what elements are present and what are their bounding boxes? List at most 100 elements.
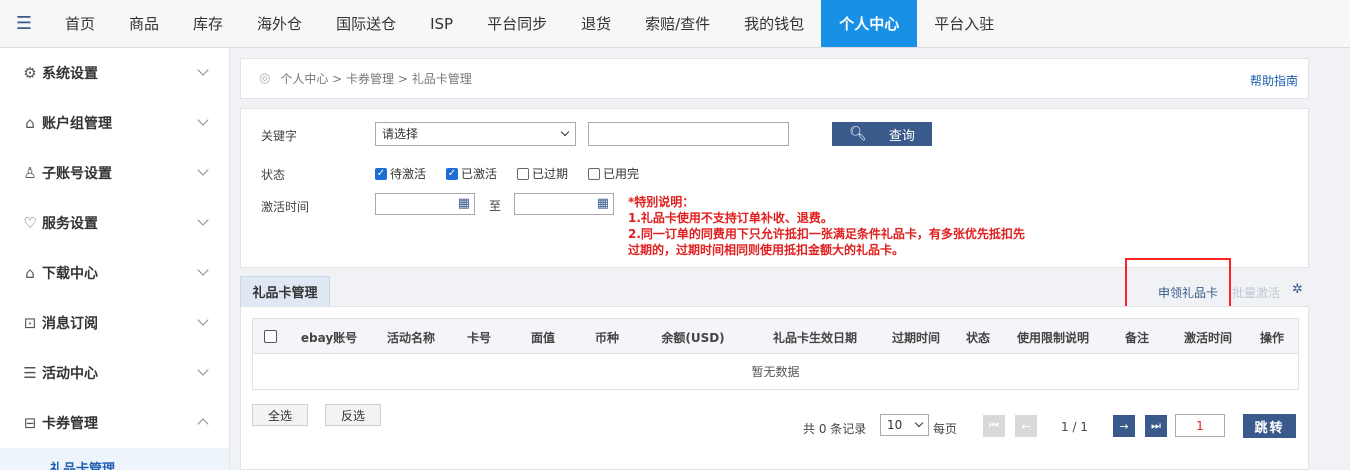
status-activated-checkbox[interactable]: ✓ 已激活	[446, 165, 497, 182]
sidebar-item-subaccounts[interactable]: ♙ 子账号设置	[0, 148, 229, 198]
keyword-input[interactable]	[588, 122, 789, 146]
column-status[interactable]: 状态	[966, 329, 990, 346]
sidebar-item-message-subscription[interactable]: ⊡ 消息订阅	[0, 298, 229, 348]
chevron-down-icon	[197, 114, 209, 126]
per-page-label: 每页	[933, 422, 958, 436]
chevron-down-icon	[197, 364, 209, 376]
heart-icon: ♡	[23, 214, 37, 232]
search-button[interactable]: 🔍︎ 查询	[832, 122, 932, 146]
keyword-type-select[interactable]: 请选择	[375, 122, 576, 146]
checkbox-checked-icon: ✓	[446, 167, 458, 180]
page-number-input[interactable]: 1	[1175, 414, 1225, 437]
sidebar-item-activity-center[interactable]: ☰ 活动中心	[0, 348, 229, 398]
sidebar-subitem-gift-card-management[interactable]: 礼品卡管理	[0, 448, 229, 470]
search-icon: 🔍︎	[849, 126, 867, 142]
gift-card-table: ebay账号 活动名称 卡号 面值 币种 余额(USD) 礼品卡生效日期 过期时…	[252, 318, 1299, 390]
bookmark-icon: ⊡	[23, 314, 37, 332]
gear-icon[interactable]: ✲	[1292, 282, 1303, 297]
status-pending-checkbox[interactable]: ✓ 待激活	[375, 165, 426, 182]
column-currency[interactable]: 币种	[595, 329, 619, 346]
notice-line: 1.礼品卡使用不支持订单补收、退费。	[628, 211, 833, 225]
column-effective-date[interactable]: 礼品卡生效日期	[773, 329, 857, 346]
nav-claims[interactable]: 索赔/查件	[628, 0, 727, 47]
invert-selection-button[interactable]: 反选	[325, 404, 381, 426]
page-indicator: 1 / 1	[1061, 420, 1088, 434]
gift-card-management-tab[interactable]: 礼品卡管理	[240, 276, 330, 306]
calendar-icon[interactable]: ▦	[458, 196, 470, 211]
breadcrumb: 个人中心 > 卡券管理 > 礼品卡管理	[280, 72, 472, 86]
column-activation-time[interactable]: 激活时间	[1184, 329, 1232, 346]
sidebar-item-label: 卡券管理	[42, 416, 98, 432]
list-icon: ☰	[23, 364, 37, 382]
sidebar-item-label: 下载中心	[42, 266, 98, 282]
column-face-value[interactable]: 面值	[531, 329, 555, 346]
activation-time-label: 激活时间	[261, 200, 310, 214]
nav-platform-sync[interactable]: 平台同步	[470, 0, 564, 47]
column-remarks[interactable]: 备注	[1125, 329, 1149, 346]
menu-toggle-icon[interactable]: ☰	[0, 0, 48, 47]
keyword-type-value: 请选择	[382, 127, 419, 141]
prev-page-button[interactable]: ←	[1015, 415, 1037, 437]
nav-platform-onboarding[interactable]: 平台入驻	[917, 0, 1011, 47]
chevron-down-icon	[197, 64, 209, 76]
nav-personal-center[interactable]: 个人中心	[821, 0, 918, 47]
status-label: 状态	[261, 168, 286, 182]
status-used-up-checkbox[interactable]: 已用完	[588, 165, 639, 182]
sidebar-item-coupon-management[interactable]: ⊟ 卡券管理	[0, 398, 229, 448]
chevron-down-icon	[197, 214, 209, 226]
column-expiry-time[interactable]: 过期时间	[892, 329, 940, 346]
sidebar-item-system-settings[interactable]: ⚙ 系统设置	[0, 48, 229, 98]
sidebar-item-service-settings[interactable]: ♡ 服务设置	[0, 198, 229, 248]
sidebar-item-label: 系统设置	[42, 66, 98, 82]
status-expired-checkbox[interactable]: 已过期	[517, 165, 568, 182]
grid-panel: ebay账号 活动名称 卡号 面值 币种 余额(USD) 礼品卡生效日期 过期时…	[240, 306, 1309, 470]
column-activity-name[interactable]: 活动名称	[387, 329, 435, 346]
sidebar-item-label: 账户组管理	[42, 116, 112, 132]
nav-products[interactable]: 商品	[112, 0, 176, 47]
nav-isp[interactable]: ISP	[413, 0, 470, 47]
column-ebay-account[interactable]: ebay账号	[301, 329, 357, 346]
help-guide-link[interactable]: 帮助指南	[1250, 72, 1298, 89]
date-range-separator: 至	[489, 199, 502, 213]
sidebar-item-label: 子账号设置	[42, 166, 112, 182]
notice-line: 过期的，过期时间相同则使用抵扣金额大的礼品卡。	[628, 243, 905, 257]
user-add-icon: ♙	[23, 164, 37, 182]
table-header: ebay账号 活动名称 卡号 面值 币种 余额(USD) 礼品卡生效日期 过期时…	[252, 318, 1299, 354]
home-icon: ⌂	[25, 114, 35, 132]
next-page-button[interactable]: →	[1113, 415, 1135, 437]
select-all-button[interactable]: 全选	[252, 404, 308, 426]
checkbox-checked-icon: ✓	[375, 167, 387, 180]
last-page-button[interactable]: ⏭	[1145, 415, 1167, 437]
activation-end-date-input[interactable]: ▦	[514, 193, 614, 215]
activation-start-date-input[interactable]: ▦	[375, 193, 475, 215]
column-balance-usd[interactable]: 余额(USD)	[661, 329, 724, 346]
page-size-value: 10	[887, 418, 903, 432]
sidebar-item-account-groups[interactable]: ⌂ 账户组管理	[0, 98, 229, 148]
special-notice: *特别说明： 1.礼品卡使用不支持订单补收、退费。 2.同一订单的同费用下只允许…	[628, 194, 1048, 258]
nav-returns[interactable]: 退货	[564, 0, 628, 47]
checkbox-unchecked-icon	[588, 167, 600, 180]
nav-international-delivery[interactable]: 国际送仓	[319, 0, 413, 47]
notice-line: *特别说明：	[628, 195, 695, 209]
column-usage-restrictions[interactable]: 使用限制说明	[1017, 329, 1089, 346]
nav-wallet[interactable]: 我的钱包	[727, 0, 821, 47]
chevron-down-icon	[197, 164, 209, 176]
chevron-up-icon	[197, 418, 209, 430]
nav-overseas-warehouse[interactable]: 海外仓	[240, 0, 319, 47]
top-navigation: ☰ 首页 商品 库存 海外仓 国际送仓 ISP 平台同步 退货 索赔/查件 我的…	[0, 0, 1350, 48]
page-size-select[interactable]: 10	[880, 414, 929, 436]
nav-home[interactable]: 首页	[48, 0, 112, 47]
gift-icon: ⊟	[23, 414, 37, 432]
sidebar-item-download-center[interactable]: ⌂ 下载中心	[0, 248, 229, 298]
go-to-page-button[interactable]: 跳转	[1243, 414, 1296, 438]
calendar-icon[interactable]: ▦	[597, 196, 609, 211]
nav-inventory[interactable]: 库存	[176, 0, 240, 47]
home-icon: ⌂	[25, 264, 35, 282]
batch-activate-link[interactable]: 批量激活	[1232, 284, 1280, 301]
checkbox-unchecked-icon	[517, 167, 529, 180]
select-all-checkbox[interactable]	[264, 330, 277, 343]
sidebar: ⚙ 系统设置 ⌂ 账户组管理 ♙ 子账号设置 ♡ 服务设置 ⌂ 下载中心 ⊡ 消…	[0, 48, 230, 470]
column-actions[interactable]: 操作	[1260, 329, 1284, 346]
first-page-button[interactable]: ⏮	[983, 415, 1005, 437]
column-card-number[interactable]: 卡号	[467, 329, 491, 346]
